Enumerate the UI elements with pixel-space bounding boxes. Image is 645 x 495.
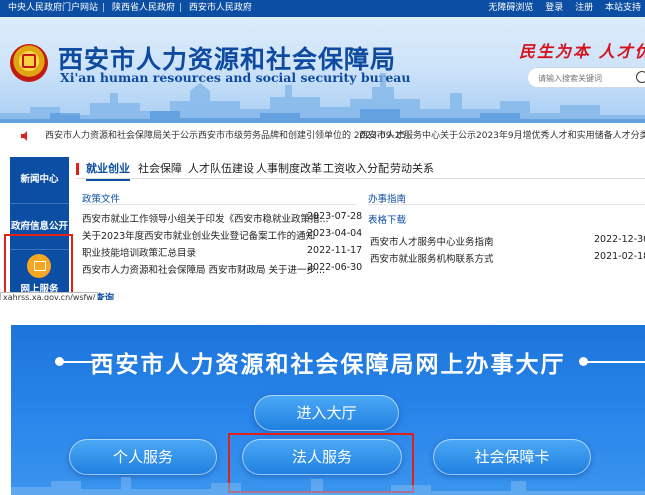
link-shaanxi-gov[interactable]: 陕西省人民政府 [112,3,175,13]
slogan: 民生为本 人才优 [519,42,645,61]
top-right-links: 无障碍浏览 登录 注册 本站支持 [479,0,641,17]
list-item-date: 2022-11-17 [307,245,363,256]
tab-employment[interactable]: 就业创业 [86,159,130,181]
list-item[interactable]: 关于2023年度西安市就业创业失业登记备案工作的通知 [82,228,315,242]
separator: | [178,3,182,13]
divider [368,204,645,205]
enter-hall-button[interactable]: 进入大厅 [254,395,399,431]
link-central-gov[interactable]: 中央人民政府门户网站 [8,3,98,13]
decorative-line [585,361,645,363]
list-item[interactable]: 西安市就业工作领导小组关于印发《西安市稳就业政策措... [82,211,329,225]
top-links: 中央人民政府门户网站 | 陕西省人民政府 | 西安市人民政府 [8,0,256,17]
category-marker [76,163,79,175]
tab-labor-relations[interactable]: 劳动关系 [390,159,434,179]
highlight-box [4,234,73,295]
list-item[interactable]: 职业技能培训政策汇总目录 [82,245,196,259]
status-url-tooltip: xahrss.xa.gov.cn/wsfw/ [0,292,99,300]
online-hall-banner: 西安市人力资源和社会保障局网上办事大厅 进入大厅 个人服务 法人服务 社会保障卡 [11,325,645,495]
ticker-item[interactable]: 西安市人力资源和社会保障局关于公示西安市市级劳务品牌和创建引领单位的 2023-… [45,123,406,149]
divider [82,204,357,205]
list-item[interactable]: 西安市就业服务机构联系方式 [370,251,494,265]
list-item-date: 2022-12-30 [594,234,645,245]
sidebar-item-news[interactable]: 新闻中心 [10,157,69,203]
portal-screenshot: 中央人民政府门户网站 | 陕西省人民政府 | 西安市人民政府 无障碍浏览 登录 注册… [0,0,645,300]
guide-section-title[interactable]: 办事指南 [368,191,406,205]
forms-section-title[interactable]: 表格下载 [368,212,406,226]
list-item-date: 2023-07-28 [307,211,363,222]
tab-personnel-reform[interactable]: 人事制度改革 [256,159,322,179]
speaker-icon [21,131,27,141]
announcement-ticker: 西安市人力资源和社会保障局关于公示西安市市级劳务品牌和创建引领单位的 2023-… [0,123,645,149]
list-item-date: 2023-04-04 [307,228,363,239]
separator: | [102,3,106,13]
city-skyline-illustration [0,73,645,123]
ticker-item[interactable]: 西安市人才服务中心关于公示2023年9月增优秀人才和实用储备人才分类评 2023… [359,123,645,149]
policy-section-title[interactable]: 政策文件 [82,191,120,205]
category-tabs: 就业创业 社会保障 人才队伍建设 人事制度改革 工资收入分配 劳动关系 [76,159,645,181]
tab-wages[interactable]: 工资收入分配 [323,159,389,179]
list-item-date: 2022-06-30 [307,262,363,273]
login-link[interactable]: 登录 [545,3,563,13]
list-item[interactable]: 西安市人才服务中心业务指南 [370,234,494,248]
list-item[interactable]: 西安市人力资源和社会保障局 西安市财政局 关于进一步... [82,262,325,276]
list-item-date: 2021-02-18 [594,251,645,262]
link-xian-gov[interactable]: 西安市人民政府 [189,3,252,13]
top-link-bar: 中央人民政府门户网站 | 陕西省人民政府 | 西安市人民政府 无障碍浏览 登录 注册… [0,0,645,17]
tab-talent[interactable]: 人才队伍建设 [188,159,254,179]
hall-title: 西安市人力资源和社会保障局网上办事大厅 [90,352,566,378]
site-support-link[interactable]: 本站支持 [605,3,641,13]
register-link[interactable]: 注册 [575,3,593,13]
accessibility-link[interactable]: 无障碍浏览 [488,3,533,13]
site-header: 西安市人力资源和社会保障局 Xi'an human resources and … [0,17,645,123]
tab-social-security[interactable]: 社会保障 [138,159,182,179]
city-skyline-illustration [11,477,645,495]
